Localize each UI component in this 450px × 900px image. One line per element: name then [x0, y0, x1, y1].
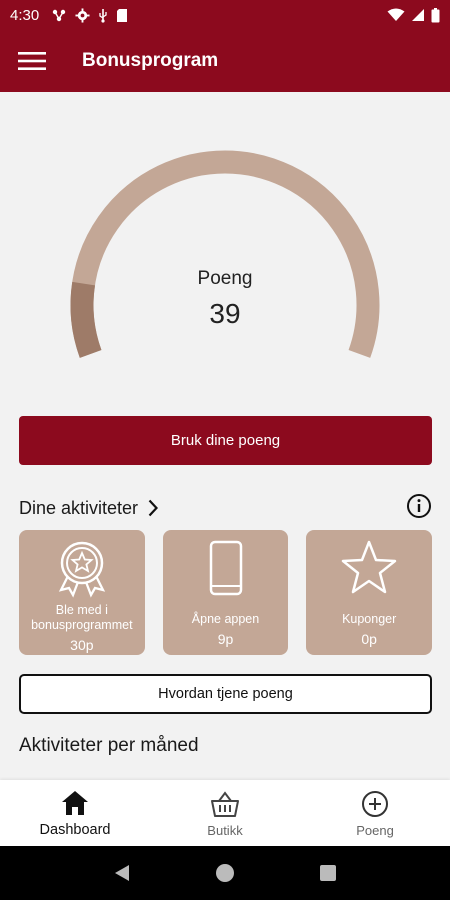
how-to-earn-button[interactable]: Hvordan tjene poeng	[19, 674, 432, 714]
info-button[interactable]	[406, 493, 432, 519]
back-triangle-icon	[114, 865, 129, 881]
network-icon	[53, 9, 66, 22]
sd-card-icon	[117, 8, 128, 22]
nav-label: Butikk	[207, 822, 243, 838]
use-points-button[interactable]: Bruk dine poeng	[19, 416, 432, 465]
system-home-button[interactable]	[205, 853, 245, 893]
recents-square-icon	[320, 865, 337, 881]
chevron-right-icon	[148, 499, 159, 517]
wifi-icon	[387, 8, 405, 21]
nav-label: Dashboard	[39, 822, 111, 838]
menu-button[interactable]	[0, 30, 64, 92]
activities-title: Dine aktiviteter	[19, 497, 139, 518]
hamburger-menu-icon	[18, 52, 46, 70]
activity-card-open-app[interactable]: Åpne appen 9p	[162, 530, 289, 655]
gear-icon	[75, 7, 90, 23]
system-recents-button[interactable]	[308, 853, 348, 893]
home-icon	[62, 791, 88, 815]
info-icon	[407, 494, 431, 518]
activity-card-points: 30p	[70, 637, 94, 653]
app-bar: Bonusprogram	[0, 30, 450, 92]
nav-item-poeng[interactable]: Poeng	[300, 780, 450, 846]
nav-item-dashboard[interactable]: Dashboard	[0, 780, 150, 846]
plus-circle-icon	[362, 790, 388, 817]
status-time: 4:30	[10, 6, 40, 24]
activity-cards: Ble med i bonusprogrammet 30p Åpne appen…	[19, 530, 433, 655]
nav-label: Poeng	[356, 822, 394, 838]
activity-card-title: Ble med i bonusprogrammet	[31, 603, 133, 632]
activity-card-title: Åpne appen	[191, 612, 260, 626]
nav-item-butikk[interactable]: Butikk	[150, 780, 300, 846]
activity-card-title: Kuponger	[342, 612, 397, 626]
status-bar: 4:30	[0, 0, 450, 30]
usb-icon	[99, 8, 107, 23]
activity-card-points: 0p	[361, 631, 377, 647]
system-back-button[interactable]	[102, 853, 142, 893]
points-value: 39	[209, 298, 241, 329]
monthly-activities-title: Aktiviteter per måned	[19, 735, 199, 756]
star-icon	[341, 540, 397, 594]
basket-icon	[211, 790, 239, 817]
bottom-nav: Dashboard Butikk Poeng	[0, 780, 450, 846]
home-circle-icon	[215, 864, 234, 882]
points-label: Poeng	[197, 268, 253, 289]
activities-header[interactable]: Dine aktiviteter	[19, 493, 159, 523]
phone-icon	[209, 540, 242, 596]
activity-card-points: 9p	[217, 631, 234, 647]
activity-card-joined[interactable]: Ble med i bonusprogrammet 30p	[19, 530, 145, 655]
award-badge-icon	[58, 541, 105, 598]
battery-icon	[431, 7, 440, 22]
signal-icon	[412, 9, 424, 21]
system-nav-bar	[0, 846, 450, 900]
activity-card-coupons[interactable]: Kuponger 0p	[306, 530, 433, 655]
app-title: Bonusprogram	[82, 50, 219, 71]
